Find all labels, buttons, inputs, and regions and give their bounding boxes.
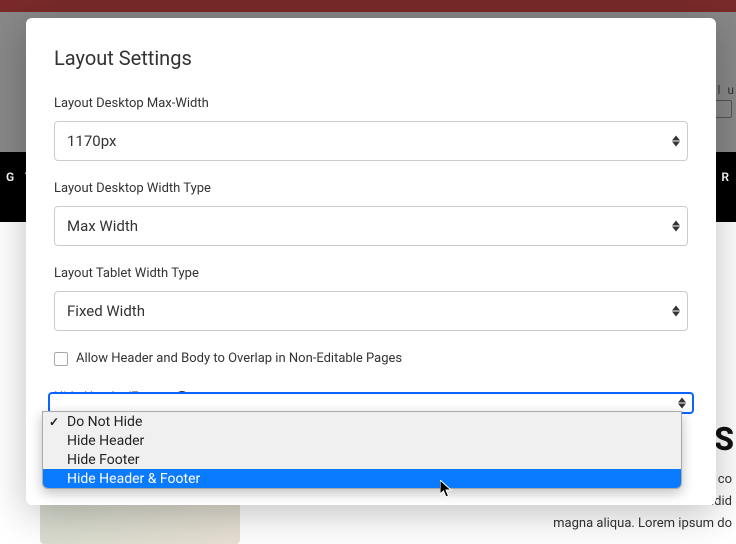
label-desktop-max-width: Layout Desktop Max-Width bbox=[54, 96, 688, 111]
dropdown-option-do-not-hide[interactable]: Do Not Hide bbox=[43, 412, 681, 431]
modal-title: Layout Settings bbox=[54, 46, 688, 70]
select-caret-icon bbox=[678, 398, 686, 409]
checkbox-overlap[interactable] bbox=[54, 352, 68, 366]
background-top-bar bbox=[0, 0, 736, 12]
bg-layout-icon bbox=[714, 100, 732, 118]
label-desktop-width-type: Layout Desktop Width Type bbox=[54, 181, 688, 196]
dropdown-option-hide-header-footer[interactable]: Hide Header & Footer bbox=[43, 469, 681, 488]
select-desktop-max-width[interactable]: 1170px bbox=[54, 121, 688, 161]
bg-paragraph-1: co bbox=[718, 472, 732, 487]
dropdown-option-hide-footer[interactable]: Hide Footer bbox=[43, 450, 681, 469]
checkbox-overlap-label: Allow Header and Body to Overlap in Non-… bbox=[76, 351, 402, 366]
select-value: 1170px bbox=[67, 132, 116, 150]
select-value: Max Width bbox=[67, 217, 138, 235]
label-tablet-width-type: Layout Tablet Width Type bbox=[54, 266, 688, 281]
field-desktop-width-type: Layout Desktop Width Type Max Width bbox=[54, 181, 688, 246]
checkbox-overlap-row: Allow Header and Body to Overlap in Non-… bbox=[54, 351, 688, 366]
field-tablet-width-type: Layout Tablet Width Type Fixed Width bbox=[54, 266, 688, 331]
select-tablet-width-type[interactable]: Fixed Width bbox=[54, 291, 688, 331]
select-desktop-width-type[interactable]: Max Width bbox=[54, 206, 688, 246]
dropdown-option-hide-header[interactable]: Hide Header bbox=[43, 431, 681, 450]
select-value: Fixed Width bbox=[67, 302, 145, 320]
bg-paragraph-3: magna aliqua. Lorem ipsum do bbox=[553, 516, 732, 531]
dropdown-hide-header-footer: Do Not Hide Hide Header Hide Footer Hide… bbox=[42, 411, 682, 489]
field-desktop-max-width: Layout Desktop Max-Width 1170px bbox=[54, 96, 688, 161]
